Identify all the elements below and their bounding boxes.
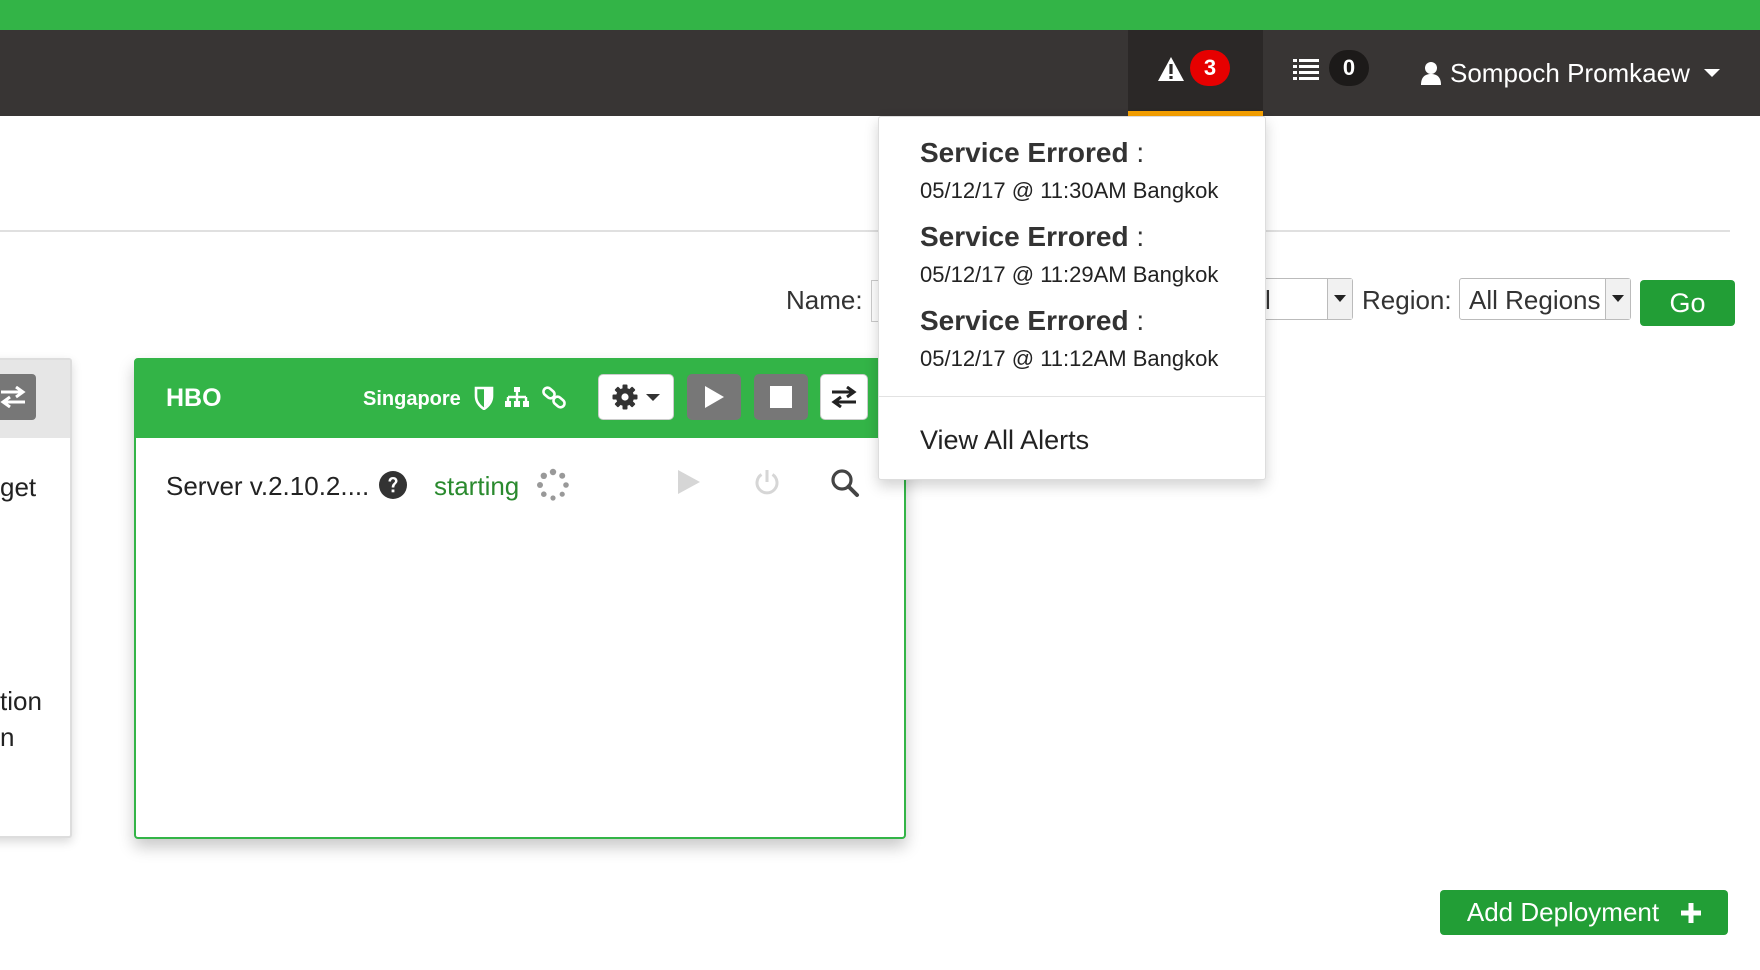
tasks-count-badge: 0 — [1329, 50, 1369, 86]
alert-title: Service Errored : — [920, 221, 1145, 252]
region-filter-label: Region: — [1362, 285, 1452, 315]
chevron-down-icon — [1327, 279, 1352, 319]
deployment-title: HBO — [166, 384, 222, 412]
alert-title: Service Errored : — [920, 305, 1145, 336]
card-text-fragment: tion — [0, 686, 42, 716]
link-icon — [542, 386, 568, 410]
stop-icon — [770, 386, 792, 408]
add-deployment-button[interactable]: Add Deployment — [1440, 890, 1728, 935]
search-icon — [831, 469, 859, 497]
tasks-nav-button[interactable]: 0 — [1263, 30, 1398, 116]
service-row: Server v.2.10.2.... starting — [136, 438, 904, 528]
play-icon — [705, 386, 724, 408]
alert-time: 05/12/17 @ 11:29AM Bangkok — [920, 262, 1219, 287]
deployment-card-header: HBO Singapore — [136, 360, 904, 438]
card-header — [0, 360, 70, 438]
warning-icon — [1157, 56, 1185, 87]
card-text-fragment: get — [0, 472, 37, 502]
plus-icon — [1681, 902, 1702, 923]
user-menu[interactable]: Sompoch Promkaew — [1420, 30, 1720, 116]
alert-item[interactable]: Service Errored : 05/12/17 @ 11:30AM Ban… — [920, 137, 1218, 204]
play-button[interactable] — [687, 374, 741, 420]
power-button[interactable] — [753, 468, 781, 496]
play-icon — [678, 470, 700, 494]
alerts-nav-button[interactable]: 3 — [1128, 30, 1263, 116]
alert-time: 05/12/17 @ 11:12AM Bangkok — [920, 346, 1219, 371]
alert-item[interactable]: Service Errored : 05/12/17 @ 11:29AM Ban… — [920, 221, 1218, 288]
start-service-button[interactable] — [676, 468, 702, 496]
add-deployment-label: Add Deployment — [1466, 897, 1660, 927]
status-select[interactable]: l — [1255, 278, 1353, 320]
section-divider — [0, 230, 1730, 232]
service-name: Server v.2.10.2.... — [166, 471, 370, 501]
region-select-value: All Regions — [1469, 285, 1601, 315]
swap-icon — [831, 386, 857, 408]
alert-time: 05/12/17 @ 11:30AM Bangkok — [920, 178, 1219, 203]
deployment-card: HBO Singapore Server v.2.10.2.... starti… — [134, 358, 906, 839]
user-name: Sompoch Promkaew — [1450, 57, 1690, 88]
alerts-count-badge: 3 — [1190, 50, 1230, 86]
chevron-down-icon — [1703, 68, 1720, 78]
deployment-region: Singapore — [363, 388, 461, 410]
chevron-down-icon — [1605, 279, 1630, 319]
spinner-icon — [536, 468, 570, 502]
alert-item[interactable]: Service Errored : 05/12/17 @ 11:12AM Ban… — [920, 305, 1218, 372]
region-select[interactable]: All Regions — [1459, 278, 1631, 320]
shield-icon — [474, 386, 494, 410]
swap-icon — [0, 386, 26, 408]
swap-button[interactable] — [820, 374, 868, 420]
alert-title: Service Errored : — [920, 137, 1145, 168]
name-filter-label: Name: — [786, 285, 863, 315]
sitemap-icon — [504, 386, 530, 410]
gear-icon — [612, 384, 638, 410]
alerts-dropdown: Service Errored : 05/12/17 @ 11:30AM Ban… — [878, 116, 1266, 480]
power-icon — [755, 470, 779, 495]
service-status: starting — [434, 471, 520, 501]
help-icon[interactable] — [378, 470, 408, 500]
card-text-fragment: n — [0, 722, 15, 752]
settings-dropdown-button[interactable] — [598, 374, 674, 420]
swap-button[interactable] — [0, 374, 36, 420]
go-button[interactable]: Go — [1640, 280, 1735, 326]
top-accent-strip — [0, 0, 1760, 30]
user-icon — [1420, 61, 1442, 85]
deployment-card-partial: get tion n — [0, 358, 72, 838]
view-all-alerts-link[interactable]: View All Alerts — [920, 425, 1089, 456]
search-button[interactable] — [830, 468, 860, 498]
dropdown-divider — [879, 396, 1265, 397]
chevron-down-icon — [646, 393, 660, 401]
stop-button[interactable] — [754, 374, 808, 420]
list-icon — [1293, 58, 1319, 85]
